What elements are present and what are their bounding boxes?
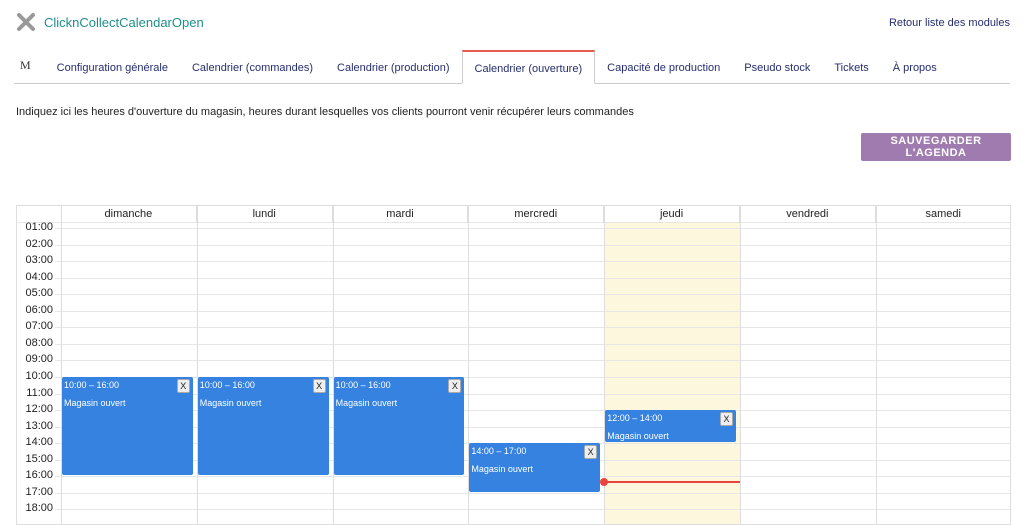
hour-label: 17:00 [25, 485, 53, 498]
hour-label: 03:00 [25, 254, 53, 267]
time-gutter-divider [61, 206, 62, 524]
save-agenda-button[interactable]: SAUVEGARDER L'AGENDA [861, 133, 1011, 161]
event-time: 12:00 – 14:00 [607, 413, 663, 424]
hour-label: 11:00 [26, 386, 53, 399]
delete-event-button[interactable]: X [176, 379, 190, 393]
today-column [604, 223, 740, 524]
hour-label: 07:00 [25, 320, 53, 333]
hour-line [55, 294, 1010, 296]
day-divider [332, 206, 334, 524]
hour-line [55, 244, 1010, 246]
hour-label: 18:00 [25, 502, 53, 515]
day-header: samedi [876, 206, 1010, 223]
tab-4[interactable]: Calendrier (ouverture) [461, 50, 596, 84]
day-divider [875, 206, 877, 524]
tab-bar: M Configuration générale Calendrier (comma… [14, 50, 1010, 84]
tab-5[interactable]: Capacité de production [595, 50, 732, 84]
hour-label: 02:00 [25, 237, 53, 250]
hour-label: 13:00 [25, 419, 53, 432]
day-header: vendredi [740, 206, 876, 223]
hour-label: 04:00 [25, 270, 53, 283]
hour-label: 15:00 [25, 452, 53, 465]
hour-label: 14:00 [25, 436, 53, 449]
day-header: lundi [197, 206, 333, 223]
event-block[interactable]: 12:00 – 14:00 Magasin ouvert X [605, 410, 736, 443]
hour-line [55, 261, 1010, 263]
hour-line [55, 360, 1010, 362]
event-title: Magasin ouvert [607, 431, 669, 442]
tab-2[interactable]: Calendrier (commandes) [180, 50, 325, 84]
day-header: jeudi [604, 206, 740, 223]
event-time: 10:00 – 16:00 [199, 380, 255, 390]
tools-icon [17, 13, 35, 31]
hour-line [55, 509, 1010, 511]
hour-line [55, 327, 1010, 329]
event-title: Magasin ouvert [199, 398, 262, 408]
hour-label: 05:00 [25, 287, 53, 300]
event-block[interactable]: 10:00 – 16:00 Magasin ouvert X [333, 377, 465, 476]
event-title: Magasin ouvert [64, 398, 126, 408]
event-time: 14:00 – 17:00 [471, 446, 527, 457]
hour-label: 08:00 [25, 336, 53, 349]
tab-3[interactable]: Calendrier (production) [325, 50, 462, 84]
delete-event-button[interactable]: X [448, 379, 462, 393]
hour-line [55, 310, 1010, 312]
event-block[interactable]: 10:00 – 16:00 Magasin ouvert X [197, 377, 329, 476]
event-time: 10:00 – 16:00 [335, 380, 391, 390]
event-time: 10:00 – 16:00 [64, 380, 120, 390]
tab-6[interactable]: Pseudo stock [732, 50, 822, 84]
event-title: Magasin ouvert [471, 464, 533, 475]
day-header: mardi [333, 206, 469, 223]
hour-line [55, 277, 1010, 279]
hour-line [55, 492, 1010, 494]
tab-7[interactable]: Tickets [822, 50, 880, 84]
delete-event-button[interactable]: X [312, 379, 326, 393]
event-block[interactable]: 14:00 – 17:00 Magasin ouvert X [469, 443, 601, 492]
back-to-modules-link[interactable]: Retour liste des modules [889, 17, 1010, 29]
event-block[interactable]: 10:00 – 16:00 Magasin ouvert X [62, 377, 193, 476]
delete-event-button[interactable]: X [584, 445, 598, 460]
hour-label: 09:00 [25, 353, 53, 366]
day-header: mercredi [468, 206, 605, 223]
hour-label: 16:00 [25, 469, 53, 482]
day-divider [604, 206, 606, 524]
tab-0[interactable]: M [14, 50, 45, 84]
tab-8[interactable]: À propos [881, 50, 949, 84]
day-divider [196, 206, 198, 524]
hour-label: 12:00 [25, 403, 53, 416]
day-header: dimanche [61, 206, 197, 223]
module-title: ClicknCollectCalendarOpen [44, 15, 204, 30]
hour-line [55, 228, 1010, 230]
hour-label: 01:00 [25, 221, 53, 234]
hour-line [55, 343, 1010, 345]
intro-text: Indiquez ici les heures d'ouverture du m… [16, 106, 634, 118]
delete-event-button[interactable]: X [719, 412, 733, 427]
tab-1[interactable]: Configuration générale [45, 50, 180, 84]
day-divider [740, 206, 741, 524]
current-time-line [604, 481, 740, 484]
week-calendar[interactable]: 01:00 02:00 03:00 04:00 05:00 06:00 07:00 08:00… [16, 205, 1011, 525]
hour-label: 10:00 [25, 370, 53, 382]
event-title: Magasin ouvert [335, 398, 398, 408]
hour-label: 06:00 [25, 303, 53, 316]
